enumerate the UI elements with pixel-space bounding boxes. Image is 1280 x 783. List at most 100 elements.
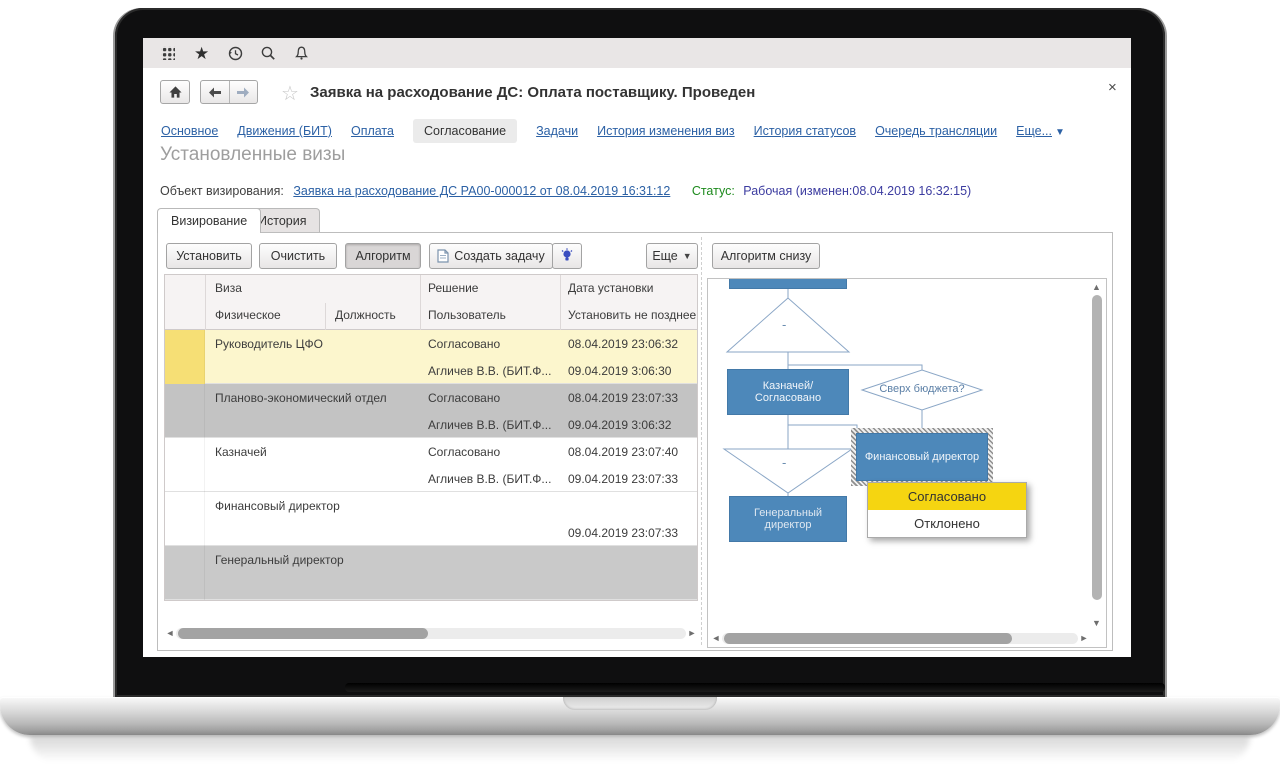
- row-indicator: [165, 330, 205, 384]
- flow-node-kaznachey[interactable]: Казначей/Согласовано: [727, 369, 849, 415]
- scroll-left-icon[interactable]: ◄: [164, 626, 176, 641]
- col-person: Физическое: [215, 308, 281, 322]
- visa-name: Казначей: [215, 445, 420, 459]
- back-button[interactable]: [201, 81, 230, 103]
- forward-button[interactable]: [230, 81, 258, 103]
- create-task-button[interactable]: Создать задачу: [429, 243, 553, 269]
- algorithm-button[interactable]: Алгоритм: [345, 243, 421, 269]
- table-hscrollbar: ◄ ►: [164, 626, 698, 641]
- visa-name: Финансовый директор: [215, 499, 420, 513]
- scroll-down-icon[interactable]: ▼: [1089, 617, 1104, 629]
- flow-merge-minus: -: [782, 455, 786, 470]
- flow-node-findir: Финансовый директор: [856, 433, 988, 481]
- object-line: Объект визирования: Заявка на расходован…: [160, 184, 971, 198]
- chevron-down-icon: ▼: [683, 251, 692, 261]
- search-icon[interactable]: [260, 45, 277, 62]
- status-label: Статус:: [692, 184, 735, 198]
- scroll-thumb[interactable]: [178, 628, 428, 639]
- table-row[interactable]: Генеральный директор: [165, 546, 697, 600]
- decision: Согласовано: [428, 337, 556, 351]
- flow-merge-minus: -: [782, 317, 786, 332]
- nav-item-istoriya-viz[interactable]: История изменения виз: [597, 124, 735, 138]
- table-row[interactable]: Руководитель ЦФО Согласовано 08.04.2019 …: [165, 330, 697, 384]
- more-button[interactable]: Еще▼: [646, 243, 698, 269]
- menu-item-approved[interactable]: Согласовано: [868, 483, 1026, 510]
- page-title: Установленные визы: [160, 144, 345, 166]
- decision-dropdown-menu: Согласовано Отклонено: [867, 482, 1027, 538]
- status-value: Рабочая (изменен:08.04.2019 16:32:15): [743, 184, 971, 198]
- flow-condition-over-budget[interactable]: Сверх бюджета?: [862, 383, 982, 395]
- deadline: 09.04.2019 23:07:33: [568, 526, 696, 540]
- favorites-star-icon[interactable]: ★: [194, 45, 211, 62]
- table-row[interactable]: Финансовый директор 09.04.2019 23:07:33: [165, 492, 697, 546]
- visa-name: Генеральный директор: [215, 553, 420, 567]
- flow-node-gendir[interactable]: Генеральный директор: [729, 496, 847, 542]
- menu-item-rejected[interactable]: Отклонено: [868, 510, 1026, 537]
- row-indicator: [165, 438, 205, 492]
- lightbulb-icon: [560, 248, 574, 264]
- flow-node-top[interactable]: [729, 278, 847, 289]
- user: Агличев В.В. (БИТ.Ф...: [428, 418, 560, 432]
- workarea-panel: Установить Очистить Алгоритм Создать зад…: [157, 232, 1113, 651]
- nav-item-istoriya-statusov[interactable]: История статусов: [754, 124, 856, 138]
- table-row[interactable]: Казначей Согласовано 08.04.2019 23:07:40…: [165, 438, 697, 492]
- notifications-bell-icon[interactable]: [293, 45, 310, 62]
- date-set: 08.04.2019 23:07:33: [568, 391, 696, 405]
- favorite-star-outline-icon[interactable]: ☆: [281, 81, 299, 106]
- nav-history-buttons: [200, 80, 258, 104]
- scroll-up-icon[interactable]: ▲: [1089, 281, 1104, 293]
- scroll-thumb[interactable]: [1092, 295, 1102, 600]
- scroll-track[interactable]: [176, 628, 686, 639]
- algorithm-flow-panel: - Казначей/Согласовано Сверх бюджета? - …: [707, 278, 1107, 648]
- col-decision: Решение: [428, 281, 478, 295]
- laptop-hinge: [345, 683, 1165, 692]
- nav-tabs: Основное Движения (БИТ) Оплата Согласова…: [161, 118, 1121, 144]
- home-button[interactable]: [160, 80, 190, 104]
- user: Агличев В.В. (БИТ.Ф...: [428, 364, 560, 378]
- scroll-track[interactable]: [1092, 293, 1102, 617]
- close-icon[interactable]: ×: [1108, 80, 1117, 96]
- col-date-set: Дата установки: [568, 281, 653, 295]
- col-deadline: Установить не позднее: [568, 308, 696, 322]
- visa-table-header: Виза Решение Дата установки Физическое Д…: [165, 275, 697, 330]
- flow-hscrollbar: ◄ ►: [710, 631, 1090, 646]
- scroll-right-icon[interactable]: ►: [1078, 631, 1090, 646]
- row-indicator: [165, 492, 205, 546]
- nav-item-oplata[interactable]: Оплата: [351, 124, 394, 138]
- algorithm-below-button[interactable]: Алгоритм снизу: [712, 243, 820, 269]
- table-row[interactable]: Планово-экономический отдел Согласовано …: [165, 384, 697, 438]
- document-icon: [437, 249, 449, 263]
- flow-node-findir-selected[interactable]: Финансовый директор: [851, 428, 993, 486]
- date-set: 08.04.2019 23:06:32: [568, 337, 696, 351]
- deadline: 09.04.2019 23:07:33: [568, 472, 696, 486]
- nav-item-ochered[interactable]: Очередь трансляции: [875, 124, 997, 138]
- flow-vscrollbar: ▲ ▼: [1089, 281, 1104, 629]
- scroll-track[interactable]: [722, 633, 1078, 644]
- set-visa-button[interactable]: Установить: [166, 243, 252, 269]
- decision: Согласовано: [428, 445, 556, 459]
- menu-grid-icon[interactable]: [161, 45, 178, 62]
- app-screen: ★ ☆ Заявка на расходование ДС: Оплата п: [143, 38, 1131, 657]
- nav-item-soglasovanie-active[interactable]: Согласование: [413, 119, 517, 143]
- date-set: 08.04.2019 23:07:40: [568, 445, 696, 459]
- visa-table: Виза Решение Дата установки Физическое Д…: [164, 274, 698, 601]
- nav-item-zadachi[interactable]: Задачи: [536, 124, 578, 138]
- decision: Согласовано: [428, 391, 556, 405]
- scroll-right-icon[interactable]: ►: [686, 626, 698, 641]
- tab-vizirovanie[interactable]: Визирование: [157, 208, 261, 233]
- col-visa: Виза: [215, 281, 242, 295]
- user: Агличев В.В. (БИТ.Ф...: [428, 472, 560, 486]
- history-icon[interactable]: [227, 45, 244, 62]
- nav-item-dvizheniya[interactable]: Движения (БИТ): [237, 124, 332, 138]
- hint-bulb-button[interactable]: [552, 243, 582, 269]
- deadline: 09.04.2019 3:06:30: [568, 364, 696, 378]
- pane-splitter[interactable]: [701, 237, 702, 645]
- row-indicator: [165, 546, 205, 600]
- nav-item-more[interactable]: Еще...▼: [1016, 124, 1065, 138]
- scroll-thumb[interactable]: [724, 633, 1012, 644]
- nav-item-osnovnoe[interactable]: Основное: [161, 124, 218, 138]
- clear-button[interactable]: Очистить: [259, 243, 337, 269]
- scroll-left-icon[interactable]: ◄: [710, 631, 722, 646]
- object-label: Объект визирования:: [160, 184, 284, 198]
- object-link[interactable]: Заявка на расходование ДС РА00-000012 от…: [293, 184, 670, 198]
